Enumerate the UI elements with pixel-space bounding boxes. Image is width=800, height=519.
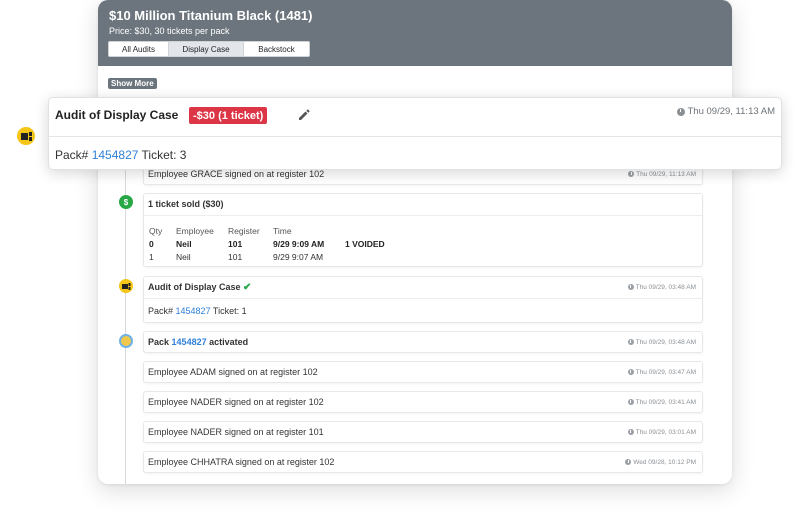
- table-row: 1 Neil 101 9/29 9:07 AM: [149, 251, 324, 262]
- tab-backstock[interactable]: Backstock: [244, 42, 309, 56]
- audit-filter-tabs: All Audits Display Case Backstock: [108, 41, 310, 57]
- timeline-entry-audit: Audit of Display Case ✔ Thu 09/29, 03:48…: [143, 276, 703, 323]
- audit-pack-info: Pack# 1454827 Ticket: 1: [148, 306, 247, 316]
- clock-icon: [627, 339, 634, 345]
- ticket-tag-icon: [17, 127, 35, 145]
- col-register: Register: [228, 225, 260, 236]
- clock-icon: [676, 107, 685, 116]
- audit-detail-popout: Audit of Display Case -$30 (1 ticket) Th…: [48, 97, 782, 170]
- timeline-entry-signon: Employee ADAM signed on at register 102 …: [143, 361, 703, 383]
- sold-title: 1 ticket sold ($30): [148, 199, 224, 209]
- stage: { "header": { "title": "$10 Million Tita…: [0, 0, 800, 519]
- divider: [144, 298, 702, 299]
- clock-icon: [627, 399, 634, 405]
- popout-pack-info: Pack# 1454827 Ticket: 3: [55, 148, 187, 162]
- clock-icon: [627, 429, 634, 435]
- timestamp: Thu 09/29, 03:48 AM: [627, 284, 696, 291]
- pencil-icon[interactable]: [298, 109, 310, 121]
- col-time: Time: [273, 225, 292, 236]
- table-row: 0 Neil 101 9/29 9:09 AM 1 VOIDED: [149, 238, 385, 249]
- signon-text: Employee NADER signed on at register 101: [148, 427, 324, 437]
- signon-text: Employee GRACE signed on at register 102: [148, 169, 325, 179]
- dollar-icon: $: [119, 195, 133, 209]
- popout-title: Audit of Display Case: [55, 108, 179, 122]
- timeline-entry-signon: Employee CHHATRA signed on at register 1…: [143, 451, 703, 473]
- activation-burst-icon: [119, 334, 133, 348]
- signon-text: Employee ADAM signed on at register 102: [148, 367, 318, 377]
- timestamp: Thu 09/29, 03:48 AM: [627, 339, 696, 346]
- timestamp: Thu 09/29, 03:41 AM: [627, 399, 696, 406]
- divider: [49, 136, 781, 137]
- timestamp: Thu 09/29, 11:13 AM: [628, 171, 696, 178]
- clock-icon: [628, 171, 635, 177]
- pack-price-info: Price: $30, 30 tickets per pack: [109, 26, 230, 36]
- pack-history-card: $10 Million Titanium Black (1481) Price:…: [98, 0, 732, 484]
- popout-timestamp: Thu 09/29, 11:13 AM: [676, 106, 775, 117]
- clock-icon: [627, 369, 634, 375]
- pack-number-link[interactable]: 1454827: [176, 306, 211, 316]
- ticket-tag-icon: [119, 279, 133, 293]
- show-more-button[interactable]: Show More: [108, 78, 157, 89]
- timestamp: Thu 09/29, 03:01 AM: [627, 429, 696, 436]
- col-qty: Qty: [149, 225, 163, 236]
- clock-icon: [625, 459, 632, 465]
- check-icon: ✔: [243, 281, 252, 293]
- tab-all-audits[interactable]: All Audits: [109, 42, 169, 56]
- timeline-entry-signon: Employee NADER signed on at register 102…: [143, 391, 703, 413]
- signon-text: Employee CHHATRA signed on at register 1…: [148, 457, 335, 467]
- timestamp: Thu 09/29, 03:47 AM: [627, 369, 696, 376]
- activated-text: Pack 1454827 activated: [148, 337, 249, 347]
- timestamp: Wed 09/28, 10:12 PM: [625, 459, 696, 466]
- table-header-row: Qty Employee Register Time: [149, 224, 385, 237]
- timeline-entry-signon: Employee NADER signed on at register 101…: [143, 421, 703, 443]
- signon-text: Employee NADER signed on at register 102: [148, 397, 324, 407]
- sales-table: Qty Employee Register Time 0 Neil 101 9/…: [149, 224, 385, 263]
- col-employee: Employee: [176, 225, 214, 236]
- pack-title: $10 Million Titanium Black (1481): [109, 8, 313, 23]
- pack-number-link[interactable]: 1454827: [172, 337, 207, 347]
- tab-display-case[interactable]: Display Case: [169, 42, 244, 56]
- timeline-entry-ticket-sold: 1 ticket sold ($30) Qty Employee Registe…: [143, 193, 703, 267]
- clock-icon: [627, 284, 634, 290]
- timeline-line: [125, 170, 126, 484]
- discrepancy-badge: -$30 (1 ticket): [189, 107, 268, 124]
- timeline-entry-activated: Pack 1454827 activated Thu 09/29, 03:48 …: [143, 331, 703, 353]
- pack-number-link[interactable]: 1454827: [92, 148, 139, 162]
- divider: [144, 215, 702, 216]
- card-header: $10 Million Titanium Black (1481) Price:…: [98, 0, 732, 66]
- audit-title: Audit of Display Case ✔: [148, 281, 252, 293]
- voided-note: 1 VOIDED: [345, 238, 385, 249]
